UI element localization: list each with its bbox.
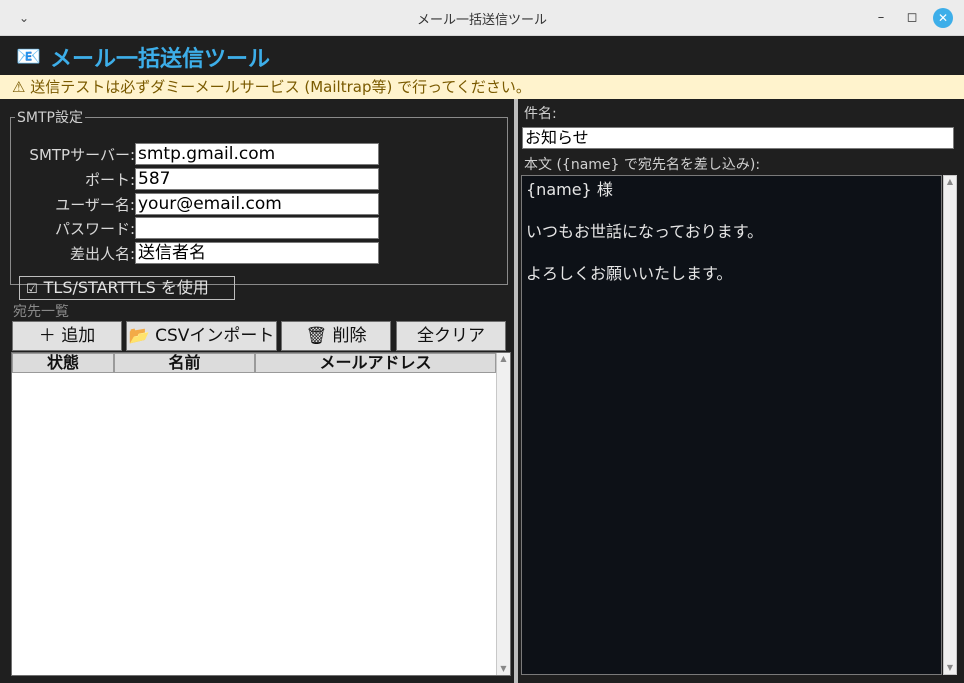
app-header: 📧 メール一括送信ツール [0, 36, 964, 75]
table-scrollbar[interactable]: ▲ ▼ [496, 353, 510, 675]
right-panel: 件名: お知らせ 本文 ({name} で宛先名を差し込み): {name} 様… [518, 99, 964, 683]
subject-label: 件名: [524, 106, 557, 122]
app-window: 📧 メール一括送信ツール ⚠ 送信テストは必ずダミーメールサービス (Mailt… [0, 36, 964, 683]
port-label: ポート: [84, 171, 135, 189]
column-status[interactable]: 状態 [12, 353, 114, 373]
app-title: メール一括送信ツール [50, 47, 271, 72]
body-textarea[interactable]: {name} 様 いつもお世話になっております。 よろしくお願いいたします。 [521, 175, 942, 675]
password-label: パスワード: [54, 220, 135, 238]
close-icon[interactable]: ✕ [933, 8, 953, 28]
port-input[interactable]: 587 [135, 168, 379, 190]
body-scrollbar[interactable]: ▲ ▼ [943, 175, 957, 675]
scroll-down-icon[interactable]: ▼ [944, 662, 956, 674]
tls-checkbox[interactable]: ☑ TLS/STARTTLS を使用 [19, 276, 235, 300]
sender-name-label: 差出人名: [69, 245, 135, 263]
recipients-table[interactable]: 状態 名前 メールアドレス ▲ ▼ [11, 352, 511, 676]
minimize-icon[interactable]: – [871, 8, 891, 28]
smtp-server-label: SMTPサーバー: [29, 146, 135, 164]
username-input[interactable]: your@email.com [135, 193, 379, 215]
window-title: メール一括送信ツール [416, 13, 547, 28]
column-email[interactable]: メールアドレス [255, 353, 496, 373]
scroll-up-icon[interactable]: ▲ [944, 176, 956, 188]
add-button[interactable]: ＋ 追加 [12, 321, 122, 351]
mail-icon: 📧 [16, 44, 41, 68]
scroll-up-icon[interactable]: ▲ [497, 353, 510, 365]
smtp-legend: SMTP設定 [17, 110, 83, 126]
checkbox-checked-icon: ☑ [26, 282, 38, 297]
warning-banner: ⚠ 送信テストは必ずダミーメールサービス (Mailtrap等) で行ってくださ… [0, 75, 964, 99]
recipients-label: 宛先一覧 [13, 304, 69, 320]
username-label: ユーザー名: [55, 196, 135, 214]
smtp-server-input[interactable]: smtp.gmail.com [135, 143, 379, 165]
smtp-settings-group: SMTP設定 SMTPサーバー: smtp.gmail.com ポート: 587… [10, 107, 508, 300]
tls-label: TLS/STARTTLS を使用 [43, 278, 209, 297]
window-titlebar: ⌄ メール一括送信ツール – ◻ ✕ [0, 0, 964, 36]
scroll-down-icon[interactable]: ▼ [497, 663, 510, 675]
column-name[interactable]: 名前 [114, 353, 255, 373]
sender-name-input[interactable]: 送信者名 [135, 242, 379, 264]
clear-all-button[interactable]: 全クリア [396, 321, 506, 351]
delete-button[interactable]: 🗑 削除 [281, 321, 391, 351]
csv-import-button[interactable]: 📂 CSVインポート [126, 321, 277, 351]
left-panel: SMTP設定 SMTPサーバー: smtp.gmail.com ポート: 587… [0, 99, 514, 683]
subject-input[interactable]: お知らせ [522, 127, 954, 149]
maximize-icon[interactable]: ◻ [902, 8, 922, 28]
password-input[interactable] [135, 217, 379, 239]
table-header: 状態 名前 メールアドレス [12, 353, 496, 373]
body-label: 本文 ({name} で宛先名を差し込み): [524, 157, 761, 173]
